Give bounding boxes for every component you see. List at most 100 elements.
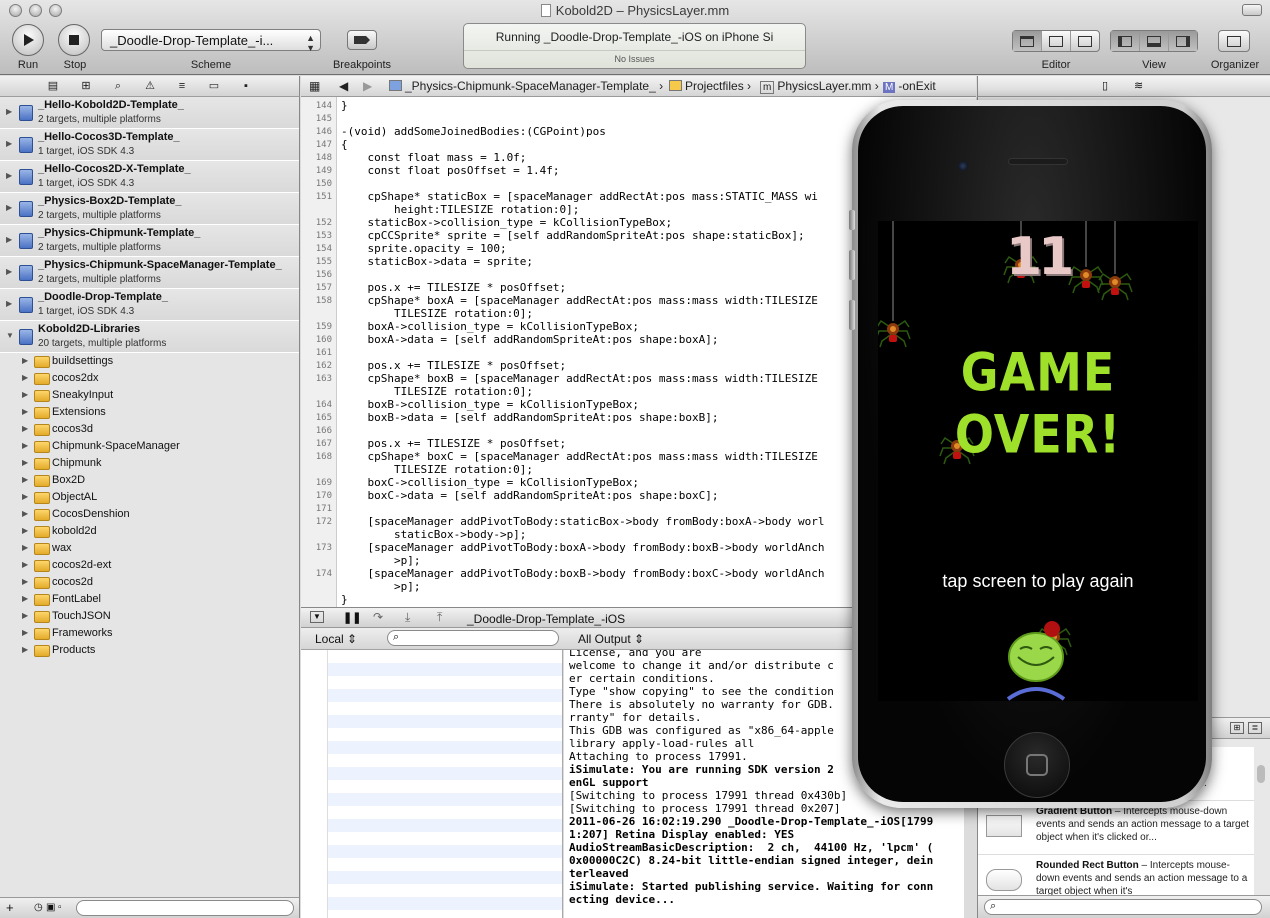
jump-method[interactable]: M -onExit [883, 79, 936, 93]
disclosure-triangle-icon[interactable]: ▶ [6, 235, 12, 244]
project-item[interactable]: ▶ _Doodle-Drop-Template_ 1 target, iOS SDK… [0, 289, 299, 321]
disclosure-triangle-icon[interactable]: ▶ [22, 526, 28, 535]
issue-navigator-icon[interactable]: ⚠ [143, 79, 157, 93]
tap-to-play-label[interactable]: tap screen to play again [878, 571, 1198, 592]
quick-help-icon[interactable]: ≋ [1134, 79, 1143, 92]
mute-switch[interactable] [849, 210, 855, 230]
variables-search-input[interactable]: ⌕ [387, 630, 559, 646]
organizer-icon[interactable] [1219, 31, 1249, 51]
project-item[interactable]: ▶ _Hello-Cocos2D-X-Template_ 1 target, iOS… [0, 161, 299, 193]
fullscreen-toggle-icon[interactable] [1242, 4, 1262, 16]
version-editor-icon[interactable] [1071, 31, 1099, 51]
jump-project[interactable]: _Physics-Chipmunk-SpaceManager-Template_… [389, 79, 663, 93]
library-filter-input[interactable]: ⌕ [984, 899, 1262, 915]
disclosure-triangle-icon[interactable]: ▶ [22, 492, 28, 501]
group-item[interactable]: ▶ Chipmunk [0, 455, 299, 472]
disclosure-triangle-icon[interactable]: ▶ [22, 458, 28, 467]
disclosure-triangle-icon[interactable]: ▶ [22, 390, 28, 399]
pause-icon[interactable]: ❚❚ [343, 611, 361, 624]
project-item[interactable]: ▶ _Hello-Kobold2D-Template_ 2 targets, mul… [0, 97, 299, 129]
grid-view-icon[interactable]: ⊞ [1230, 722, 1244, 734]
add-icon[interactable]: + [6, 900, 14, 915]
debug-area-toggle-icon[interactable] [1140, 31, 1169, 51]
group-item[interactable]: ▶ cocos2d [0, 574, 299, 591]
project-item[interactable]: ▶ _Hello-Cocos3D-Template_ 1 target, iOS S… [0, 129, 299, 161]
group-item[interactable]: ▶ kobold2d [0, 523, 299, 540]
group-item[interactable]: ▶ Products [0, 642, 299, 659]
home-button[interactable] [1004, 732, 1070, 798]
disclosure-triangle-icon[interactable]: ▶ [6, 267, 12, 276]
group-item[interactable]: ▶ buildsettings [0, 353, 299, 370]
library-scrollbar[interactable] [1257, 765, 1265, 783]
related-items-icon[interactable]: ▦ [309, 79, 320, 93]
disclosure-triangle-icon[interactable]: ▶ [6, 203, 12, 212]
disclosure-triangle-icon[interactable]: ▶ [22, 543, 28, 552]
log-navigator-icon[interactable]: ▪ [239, 79, 253, 93]
disclosure-triangle-icon[interactable]: ▶ [6, 299, 12, 308]
disclosure-triangle-icon[interactable]: ▶ [22, 611, 28, 620]
project-item[interactable]: ▼ Kobold2D-Libraries 20 targets, multiple … [0, 321, 299, 353]
list-view-icon[interactable]: ≣ [1248, 722, 1262, 734]
unsaved-filter-icon[interactable]: ▫ [58, 902, 62, 913]
disclosure-triangle-icon[interactable]: ▶ [22, 577, 28, 586]
disclosure-triangle-icon[interactable]: ▶ [22, 509, 28, 518]
editor-mode-segmented[interactable] [1012, 30, 1100, 52]
symbol-navigator-icon[interactable]: ⊞ [79, 79, 93, 93]
hide-debug-area-icon[interactable]: ▼ [310, 611, 324, 623]
group-item[interactable]: ▶ wax [0, 540, 299, 557]
group-item[interactable]: ▶ Extensions [0, 404, 299, 421]
navigator-toggle-icon[interactable] [1111, 31, 1140, 51]
disclosure-triangle-icon[interactable]: ▶ [22, 475, 28, 484]
debug-navigator-icon[interactable]: ≡ [175, 79, 189, 93]
group-item[interactable]: ▶ TouchJSON [0, 608, 299, 625]
group-item[interactable]: ▶ cocos3d [0, 421, 299, 438]
group-item[interactable]: ▶ Chipmunk-SpaceManager [0, 438, 299, 455]
back-arrow-icon[interactable]: ◀ [339, 79, 348, 93]
run-button[interactable] [12, 24, 44, 56]
scheme-popup[interactable]: _Doodle-Drop-Template_-i... ▲ ▼ [101, 29, 321, 53]
scm-filter-icon[interactable]: ▣ [46, 902, 55, 913]
disclosure-triangle-icon[interactable]: ▶ [22, 441, 28, 450]
jump-file[interactable]: m PhysicsLayer.mm › [760, 79, 879, 94]
disclosure-triangle-icon[interactable]: ▶ [22, 645, 28, 654]
disclosure-triangle-icon[interactable]: ▶ [22, 628, 28, 637]
step-out-icon[interactable]: ⤒ [437, 610, 442, 625]
organizer-button[interactable] [1218, 30, 1250, 52]
group-item[interactable]: ▶ Box2D [0, 472, 299, 489]
navigator-filter-input[interactable] [76, 900, 294, 916]
step-into-icon[interactable]: ⤓ [405, 610, 410, 625]
recent-filter-icon[interactable]: ◷ [34, 902, 43, 913]
jump-folder[interactable]: Projectfiles › [669, 79, 751, 93]
group-item[interactable]: ▶ cocos2d-ext [0, 557, 299, 574]
search-navigator-icon[interactable]: ⌕ [111, 79, 125, 93]
project-navigator-icon[interactable]: ▤ [46, 79, 60, 93]
volume-up-button[interactable] [849, 250, 855, 280]
disclosure-triangle-icon[interactable]: ▶ [6, 139, 12, 148]
variables-view[interactable] [301, 650, 563, 918]
view-segmented[interactable] [1110, 30, 1198, 52]
standard-editor-icon[interactable] [1013, 31, 1042, 51]
console-output-popup[interactable]: All Output ⇕ [578, 632, 644, 646]
variables-scope-popup[interactable]: Local ⇕ [315, 632, 357, 646]
breakpoint-navigator-icon[interactable]: ▭ [207, 79, 221, 93]
forward-arrow-icon[interactable]: ▶ [363, 79, 372, 93]
utilities-toggle-icon[interactable] [1169, 31, 1197, 51]
group-item[interactable]: ▶ SneakyInput [0, 387, 299, 404]
volume-down-button[interactable] [849, 300, 855, 330]
project-item[interactable]: ▶ _Physics-Chipmunk-Template_ 2 targets, m… [0, 225, 299, 257]
step-over-icon[interactable]: ↷ [373, 610, 383, 624]
file-inspector-icon[interactable]: ▯ [1102, 79, 1108, 92]
disclosure-triangle-icon[interactable]: ▶ [22, 373, 28, 382]
stop-button[interactable] [58, 24, 90, 56]
disclosure-triangle-icon[interactable]: ▶ [6, 107, 12, 116]
game-screen[interactable]: 11 GAME OVER! tap screen to play again [878, 221, 1198, 701]
disclosure-triangle-icon[interactable]: ▶ [22, 594, 28, 603]
group-item[interactable]: ▶ CocosDenshion [0, 506, 299, 523]
assistant-editor-icon[interactable] [1042, 31, 1071, 51]
disclosure-triangle-icon[interactable]: ▼ [6, 331, 14, 340]
disclosure-triangle-icon[interactable]: ▶ [22, 407, 28, 416]
group-item[interactable]: ▶ FontLabel [0, 591, 299, 608]
disclosure-triangle-icon[interactable]: ▶ [22, 560, 28, 569]
group-item[interactable]: ▶ Frameworks [0, 625, 299, 642]
group-item[interactable]: ▶ ObjectAL [0, 489, 299, 506]
